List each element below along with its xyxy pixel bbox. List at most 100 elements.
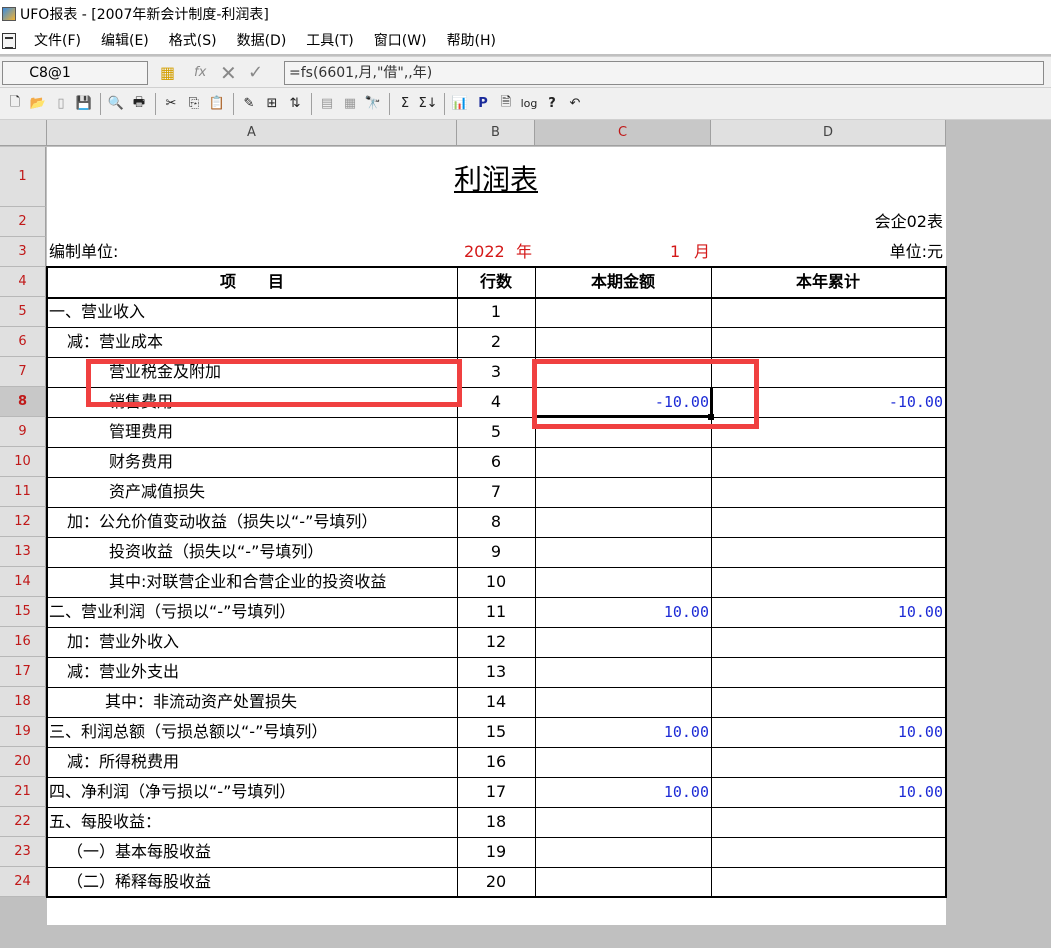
row-header[interactable]: 15	[0, 597, 46, 627]
row-header[interactable]: 14	[0, 567, 46, 597]
current-amount-cell[interactable]	[535, 447, 709, 477]
line-number[interactable]: 14	[457, 687, 535, 717]
help-icon[interactable]: ?	[541, 93, 563, 115]
chart-icon[interactable]: 📊	[449, 93, 471, 115]
menu-file[interactable]: 文件(F)	[24, 28, 91, 54]
line-number[interactable]: 1	[457, 297, 535, 327]
menu-edit[interactable]: 编辑(E)	[91, 28, 159, 54]
ytd-amount-cell[interactable]	[711, 807, 943, 837]
item-label[interactable]: 资产减值损失	[109, 477, 205, 507]
ytd-amount-cell[interactable]: 10.00	[711, 777, 943, 807]
current-amount-cell[interactable]	[535, 807, 709, 837]
ytd-amount-cell[interactable]	[711, 297, 943, 327]
ytd-amount-cell[interactable]	[711, 687, 943, 717]
item-label[interactable]: （一）基本每股收益	[67, 837, 211, 867]
sum-row-icon[interactable]: Σ↓	[417, 93, 439, 115]
format-painter-icon[interactable]: ✎	[238, 93, 260, 115]
line-number[interactable]: 20	[457, 867, 535, 897]
ytd-amount-cell[interactable]	[711, 537, 943, 567]
item-label[interactable]: 一、营业收入	[49, 297, 145, 327]
insert-icon[interactable]: ⊞	[261, 93, 283, 115]
col-header-d[interactable]: D	[711, 120, 946, 146]
current-amount-cell[interactable]	[535, 747, 709, 777]
ytd-amount-cell[interactable]	[711, 657, 943, 687]
item-label[interactable]: 减：营业成本	[67, 327, 163, 357]
ytd-amount-cell[interactable]	[711, 567, 943, 597]
line-number[interactable]: 4	[457, 387, 535, 417]
line-number[interactable]: 18	[457, 807, 535, 837]
row-header[interactable]: 13	[0, 537, 46, 567]
current-amount-cell[interactable]	[535, 867, 709, 897]
ytd-amount-cell[interactable]	[711, 447, 943, 477]
item-label[interactable]: 三、利润总额（亏损总额以“-”号填列）	[49, 717, 327, 747]
item-label[interactable]: 其中:对联营企业和合营企业的投资收益	[109, 567, 386, 597]
item-label[interactable]: （二）稀释每股收益	[67, 867, 211, 897]
line-number[interactable]: 11	[457, 597, 535, 627]
row-header[interactable]: 23	[0, 837, 46, 867]
row-header[interactable]: 12	[0, 507, 46, 537]
menu-format[interactable]: 格式(S)	[159, 28, 227, 54]
split-icon[interactable]: ▦	[339, 93, 361, 115]
row-header[interactable]: 5	[0, 297, 46, 327]
print-preview-icon[interactable]: 🔍	[105, 93, 127, 115]
menu-data[interactable]: 数据(D)	[227, 28, 297, 54]
ytd-amount-cell[interactable]: 10.00	[711, 717, 943, 747]
menu-tools[interactable]: 工具(T)	[296, 28, 363, 54]
item-label[interactable]: 财务费用	[109, 447, 173, 477]
line-number[interactable]: 3	[457, 357, 535, 387]
ytd-amount-cell[interactable]	[711, 867, 943, 897]
row-header[interactable]: 18	[0, 687, 46, 717]
row-header[interactable]: 2	[0, 207, 46, 237]
ytd-amount-cell[interactable]	[711, 507, 943, 537]
new-icon[interactable]: 🗋	[4, 93, 26, 115]
line-number[interactable]: 2	[457, 327, 535, 357]
item-label[interactable]: 减：营业外支出	[67, 657, 179, 687]
function-wizard-icon[interactable]: ▦	[160, 62, 175, 84]
line-number[interactable]: 9	[457, 537, 535, 567]
save-icon[interactable]: 💾	[73, 93, 95, 115]
current-amount-cell[interactable]	[535, 297, 709, 327]
undo-icon[interactable]: ↶	[564, 93, 586, 115]
row-header[interactable]: 21	[0, 777, 46, 807]
paste-icon[interactable]: 📋	[206, 93, 228, 115]
menu-help[interactable]: 帮助(H)	[437, 28, 506, 54]
open-icon[interactable]: 📂	[27, 93, 49, 115]
row-header[interactable]: 11	[0, 477, 46, 507]
col-header-c[interactable]: C	[535, 120, 711, 146]
row-header[interactable]: 16	[0, 627, 46, 657]
confirm-icon[interactable]: ✓	[248, 62, 263, 84]
current-amount-cell[interactable]	[535, 477, 709, 507]
row-header[interactable]: 19	[0, 717, 46, 747]
item-label[interactable]: 加：营业外收入	[67, 627, 179, 657]
current-amount-cell[interactable]	[535, 627, 709, 657]
page-icon[interactable]: 🗎	[495, 93, 517, 115]
row-header[interactable]: 22	[0, 807, 46, 837]
current-amount-cell[interactable]: 10.00	[535, 597, 709, 627]
ytd-amount-cell[interactable]: 10.00	[711, 597, 943, 627]
line-number[interactable]: 5	[457, 417, 535, 447]
log-icon[interactable]: log	[518, 93, 540, 115]
current-amount-cell[interactable]	[535, 657, 709, 687]
current-amount-cell[interactable]: 10.00	[535, 777, 709, 807]
line-number[interactable]: 13	[457, 657, 535, 687]
property-icon[interactable]: P	[472, 93, 494, 115]
line-number[interactable]: 6	[457, 447, 535, 477]
line-number[interactable]: 12	[457, 627, 535, 657]
row-header[interactable]: 6	[0, 327, 46, 357]
ytd-amount-cell[interactable]	[711, 627, 943, 657]
item-label[interactable]: 减：所得税费用	[67, 747, 179, 777]
formula-input[interactable]: =fs(6601,月,"借",,年)	[284, 61, 1044, 85]
item-label[interactable]: 二、营业利润（亏损以“-”号填列）	[49, 597, 295, 627]
cell-reference-box[interactable]: C8@1	[2, 61, 148, 85]
line-number[interactable]: 15	[457, 717, 535, 747]
document-menu-icon[interactable]	[2, 33, 16, 49]
current-amount-cell[interactable]	[535, 837, 709, 867]
blank-page-icon[interactable]: ▯	[50, 93, 72, 115]
merge-icon[interactable]: ▤	[316, 93, 338, 115]
print-icon[interactable]: 🖶	[128, 93, 150, 115]
fx-icon[interactable]: fx	[194, 62, 206, 84]
line-number[interactable]: 19	[457, 837, 535, 867]
line-number[interactable]: 17	[457, 777, 535, 807]
row-header[interactable]: 17	[0, 657, 46, 687]
sum-icon[interactable]: Σ	[394, 93, 416, 115]
